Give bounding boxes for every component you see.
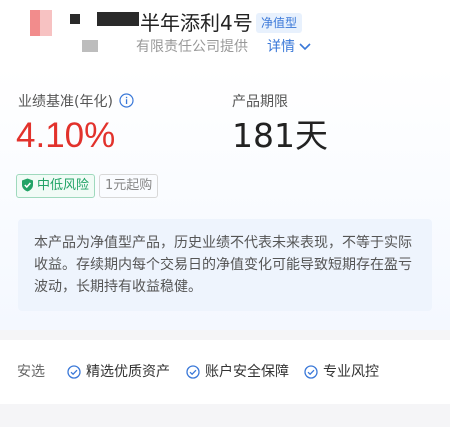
- issuer-text: 有限责任公司提供: [136, 39, 248, 55]
- safety-features-row[interactable]: 安选 精选优质资产 账户安全保障 专业风控: [0, 340, 450, 404]
- feature-label: 精选优质资产: [86, 364, 170, 380]
- yield-label-row: 业绩基准(年化): [18, 92, 134, 112]
- yield-label: 业绩基准(年化): [18, 94, 113, 110]
- shield-check-icon: [22, 178, 33, 192]
- product-header: 半年添利4号 净值型 有限责任公司提供 详情: [0, 0, 450, 64]
- safety-title: 安选: [17, 364, 45, 380]
- redacted-name-block: [97, 12, 139, 26]
- issuer-logo: [30, 10, 52, 36]
- bottom-divider: [0, 404, 450, 427]
- feature-quality-assets: 精选优质资产: [67, 362, 170, 382]
- detail-link[interactable]: 详情: [267, 37, 311, 57]
- min-purchase-tag: 1元起购: [99, 174, 159, 198]
- feature-risk-control: 专业风控: [304, 362, 379, 382]
- detail-link-label: 详情: [267, 39, 295, 55]
- feature-label: 账户安全保障: [205, 364, 289, 380]
- product-summary-card: 业绩基准(年化) 4.10% 产品期限 181天 中低风险 1元起购 本产品为净…: [0, 66, 450, 330]
- check-circle-icon: [67, 365, 81, 379]
- redacted-issuer-block: [82, 40, 98, 52]
- yield-value: 4.10%: [16, 116, 116, 155]
- term-label: 产品期限: [232, 94, 288, 110]
- fund-name: 半年添利4号: [140, 11, 253, 35]
- feature-label: 专业风控: [323, 364, 379, 380]
- feature-account-security: 账户安全保障: [186, 362, 289, 382]
- redacted-name-block: [70, 14, 80, 24]
- risk-level-tag[interactable]: 中低风险: [16, 174, 96, 198]
- check-circle-icon: [304, 365, 318, 379]
- net-value-type-tag: 净值型: [256, 13, 303, 33]
- risk-level-label: 中低风险: [37, 178, 90, 193]
- section-divider: [0, 330, 450, 340]
- risk-notice-box: 本产品为净值型产品，历史业绩不代表未来表现，不等于实际收益。存续期内每个交易日的…: [18, 219, 432, 311]
- chevron-down-icon: [299, 43, 311, 51]
- check-circle-icon: [186, 365, 200, 379]
- risk-notice-text: 本产品为净值型产品，历史业绩不代表未来表现，不等于实际收益。存续期内每个交易日的…: [34, 235, 412, 295]
- term-value: 181天: [232, 116, 328, 155]
- info-circle-icon[interactable]: [119, 93, 134, 108]
